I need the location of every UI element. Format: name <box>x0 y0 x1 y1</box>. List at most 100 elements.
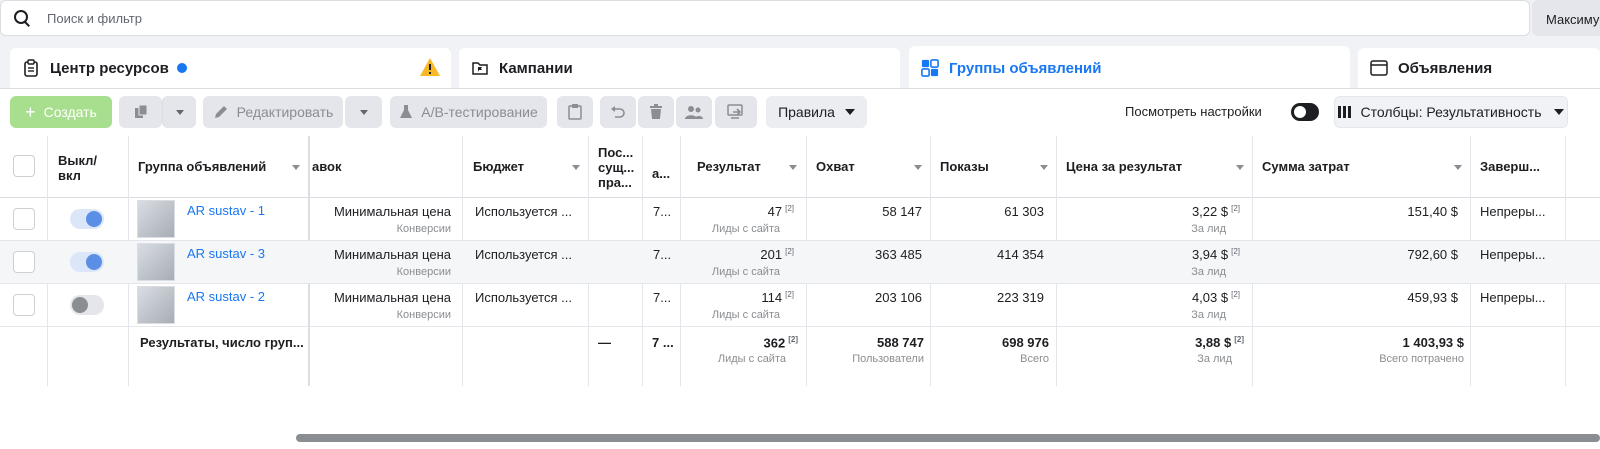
row-checkbox[interactable] <box>13 294 35 316</box>
sort-icon[interactable] <box>572 165 580 170</box>
result-sub: Лиды с сайта <box>711 266 780 278</box>
header-impressions[interactable]: Показы <box>940 159 989 174</box>
table-row[interactable]: AR sustav - 3 Минимальная цена Конверсии… <box>0 241 1600 284</box>
adsets-table: Выкл/ вкл Группа объявлений авок Бюджет … <box>0 136 1600 442</box>
share-button[interactable] <box>715 96 757 128</box>
warning-icon[interactable] <box>419 57 441 77</box>
header-last-edit[interactable]: Пос... сущ... пра... <box>598 145 638 190</box>
undo-button[interactable] <box>600 96 636 128</box>
columns-label: Столбцы: Результативность <box>1360 104 1542 120</box>
table-row[interactable]: AR sustav - 2 Минимальная цена Конверсии… <box>0 284 1600 327</box>
sort-icon[interactable] <box>914 165 922 170</box>
impressions-cell: 223 319 <box>997 290 1044 305</box>
view-settings-toggle[interactable] <box>1291 103 1319 121</box>
bid-strategy: Минимальная цена <box>333 204 451 219</box>
adset-name-link[interactable]: AR sustav - 1 <box>187 203 265 218</box>
pencil-icon <box>214 106 227 118</box>
adset-name-link[interactable]: AR sustav - 2 <box>187 289 265 304</box>
header-budget[interactable]: Бюджет <box>473 159 524 174</box>
attribution-cell: 7... <box>653 247 672 262</box>
account-button[interactable]: Максиму <box>1532 0 1600 36</box>
tab-campaigns[interactable]: Кампании <box>459 48 900 88</box>
totals-label: Результаты, число груп... <box>140 335 304 350</box>
tab-ad-sets[interactable]: Группы объявлений <box>909 46 1350 90</box>
duplicate-dropdown[interactable] <box>162 96 196 128</box>
totals-cpr-sub: За лид <box>1197 353 1232 365</box>
reach-cell: 363 485 <box>875 247 922 262</box>
header-cpr[interactable]: Цена за результат <box>1066 159 1182 174</box>
ends-cell: Непреры... <box>1480 204 1546 219</box>
people-icon <box>685 106 703 119</box>
table-row[interactable]: AR sustav - 1 Минимальная цена Конверсии… <box>0 198 1600 241</box>
duplicate-button[interactable] <box>119 96 162 128</box>
delete-button[interactable] <box>638 96 674 128</box>
horizontal-scrollbar[interactable] <box>296 434 1600 442</box>
sort-icon[interactable] <box>1040 165 1048 170</box>
totals-spend: 1 403,93 $ <box>1402 335 1464 350</box>
header-ends[interactable]: Заверш... <box>1480 159 1560 174</box>
cpr-sub: За лид <box>1191 266 1226 278</box>
sort-icon[interactable] <box>1454 165 1462 170</box>
clipboard-button[interactable] <box>557 96 593 128</box>
header-reach[interactable]: Охват <box>816 159 855 174</box>
chevron-down-icon <box>844 109 855 115</box>
row-checkbox[interactable] <box>13 208 35 230</box>
edit-dropdown[interactable] <box>345 96 382 128</box>
bid-strategy: Минимальная цена <box>333 290 451 305</box>
clipboard-icon <box>568 104 582 120</box>
result-cell[interactable]: 201 [2] <box>682 247 794 263</box>
ad-thumbnail <box>137 200 175 238</box>
cpr-cell[interactable]: 3,94 $ [2] <box>1058 247 1240 263</box>
totals-cpr: 3,88 $ [2] <box>1195 335 1244 351</box>
adset-name-link[interactable]: AR sustav - 3 <box>187 246 265 261</box>
header-spend[interactable]: Сумма затрат <box>1262 159 1350 174</box>
budget-cell: Используется ... <box>475 204 572 219</box>
chevron-down-icon <box>359 109 368 115</box>
impressions-cell: 414 354 <box>997 247 1044 262</box>
edit-button[interactable]: Редактировать <box>203 96 343 128</box>
cpr-cell[interactable]: 4,03 $ [2] <box>1058 290 1240 306</box>
header-attribution[interactable]: а... <box>652 166 670 181</box>
tab-resource-center[interactable]: Центр ресурсов <box>10 48 451 88</box>
sort-icon[interactable] <box>292 165 300 170</box>
reach-cell: 203 106 <box>875 290 922 305</box>
ab-test-button[interactable]: A/B-тестирование <box>390 96 547 128</box>
tab-ads[interactable]: Объявления <box>1358 48 1600 88</box>
totals-attribution: 7 ... <box>652 335 674 350</box>
search-bar[interactable] <box>0 0 1530 36</box>
adset-toggle[interactable] <box>70 295 104 315</box>
create-button[interactable]: + Создать <box>10 96 112 128</box>
ad-thumbnail <box>137 243 175 281</box>
header-adset[interactable]: Группа объявлений <box>138 159 266 174</box>
result-cell[interactable]: 47 [2] <box>682 204 794 220</box>
create-label: Создать <box>43 104 97 120</box>
sort-icon[interactable] <box>789 165 797 170</box>
spend-cell: 792,60 $ <box>1407 247 1458 262</box>
chevron-down-icon <box>175 109 184 115</box>
tab-label: Группы объявлений <box>949 59 1102 77</box>
sort-icon[interactable] <box>1236 165 1244 170</box>
header-result[interactable]: Результат <box>697 159 761 174</box>
columns-button[interactable]: Столбцы: Результативность <box>1334 96 1568 128</box>
view-settings-label: Посмотреть настройки <box>1125 104 1262 119</box>
rules-button[interactable]: Правила <box>766 96 867 128</box>
adset-toggle[interactable] <box>70 252 104 272</box>
notification-dot <box>176 63 187 73</box>
audience-button[interactable] <box>676 96 712 128</box>
result-cell[interactable]: 114 [2] <box>682 290 794 306</box>
select-all-checkbox[interactable] <box>13 155 35 177</box>
adset-toggle[interactable] <box>70 209 104 229</box>
totals-result-sub: Лиды с сайта <box>717 353 786 365</box>
toolbar: + Создать Редактировать A/B-тестирование <box>10 96 1590 128</box>
edit-label: Редактировать <box>236 104 334 120</box>
header-onoff[interactable]: Выкл/ вкл <box>58 153 118 183</box>
search-input[interactable] <box>47 10 1447 26</box>
spend-cell: 459,93 $ <box>1407 290 1458 305</box>
cpr-cell[interactable]: 3,22 $ [2] <box>1058 204 1240 220</box>
reach-cell: 58 147 <box>882 204 922 219</box>
row-checkbox[interactable] <box>13 251 35 273</box>
ab-test-label: A/B-тестирование <box>421 104 538 120</box>
spend-cell: 151,40 $ <box>1407 204 1458 219</box>
cpr-sub: За лид <box>1191 309 1226 321</box>
header-bid[interactable]: авок <box>312 159 342 174</box>
